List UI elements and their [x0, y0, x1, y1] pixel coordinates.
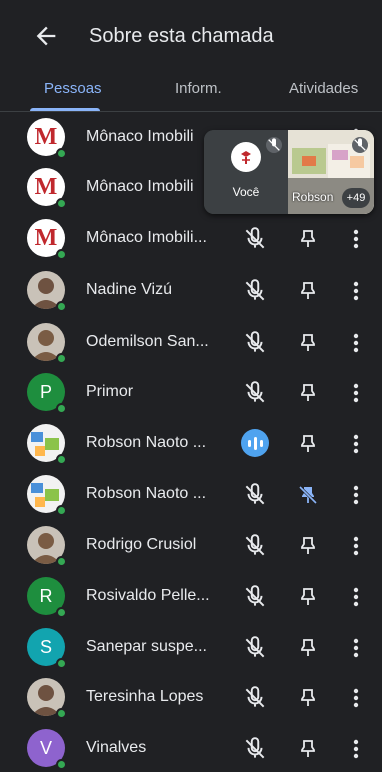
self-tile: Você	[204, 130, 288, 214]
pin-icon[interactable]	[296, 380, 320, 406]
mic-off-icon	[242, 635, 268, 661]
mic-off-icon	[242, 736, 268, 762]
participant-row[interactable]: S Sanepar suspe...	[0, 623, 382, 673]
online-status-dot	[56, 505, 67, 516]
participant-row[interactable]: Odemilson San...	[0, 318, 382, 368]
participant-row[interactable]: Robson Naoto ...	[0, 470, 382, 520]
pin-icon[interactable]	[296, 635, 320, 661]
more-options-icon[interactable]	[346, 431, 366, 457]
mic-off-icon	[242, 278, 268, 304]
more-options-icon[interactable]	[346, 584, 366, 610]
participant-row[interactable]: Rodrigo Crusiol	[0, 521, 382, 571]
participant-row[interactable]: Nadine Vizú	[0, 266, 382, 316]
sanepar-logo-icon	[236, 147, 256, 167]
participant-name: Odemilson San...	[86, 333, 209, 350]
participant-row[interactable]: Teresinha Lopes	[0, 673, 382, 723]
pin-icon[interactable]	[296, 330, 320, 356]
participant-name: Rosivaldo Pelle...	[86, 587, 210, 604]
more-options-icon[interactable]	[346, 482, 366, 508]
online-status-dot	[56, 607, 67, 618]
participant-name: Robson Naoto ...	[86, 434, 207, 451]
more-options-icon[interactable]	[346, 736, 366, 762]
tab-atividades[interactable]: Atividades	[289, 80, 358, 97]
online-status-dot	[56, 301, 67, 312]
participant-name: Primor	[86, 383, 134, 400]
back-arrow-icon[interactable]	[32, 22, 60, 50]
more-options-icon[interactable]	[346, 685, 366, 711]
pin-icon[interactable]	[296, 736, 320, 762]
tab-pessoas[interactable]: Pessoas	[44, 80, 102, 97]
participant-name: Teresinha Lopes	[86, 688, 204, 705]
pin-icon[interactable]	[296, 226, 320, 252]
participant-name: Nadine Vizú	[86, 281, 172, 298]
online-status-dot	[56, 148, 67, 159]
more-options-icon[interactable]	[346, 330, 366, 356]
mic-off-icon	[242, 584, 268, 610]
mic-off-icon	[242, 380, 268, 406]
online-status-dot	[56, 198, 67, 209]
participant-name: Vinalves	[86, 739, 147, 756]
participant-name: Mônaco Imobili...	[86, 229, 207, 246]
tab-inform[interactable]: Inform.	[175, 80, 222, 97]
unpin-icon[interactable]	[296, 482, 320, 508]
online-status-dot	[56, 759, 67, 770]
speaking-indicator-icon	[241, 429, 269, 457]
online-status-dot	[56, 708, 67, 719]
tab-bar: Pessoas Inform. Atividades	[0, 72, 382, 112]
participant-row[interactable]: R Rosivaldo Pelle...	[0, 572, 382, 622]
picture-in-picture-window[interactable]: Você Robson +49	[204, 130, 374, 214]
self-label: Você	[232, 185, 260, 199]
pin-icon[interactable]	[296, 278, 320, 304]
pin-icon[interactable]	[296, 584, 320, 610]
participant-name: Rodrigo Crusiol	[86, 536, 197, 553]
extra-participants-badge: +49	[342, 188, 370, 208]
participant-name: Robson Naoto ...	[86, 485, 207, 502]
online-status-dot	[56, 556, 67, 567]
pin-icon[interactable]	[296, 685, 320, 711]
remote-participant-name: Robson	[292, 190, 334, 204]
remote-video-tile: Robson +49	[288, 130, 374, 214]
self-avatar	[231, 142, 261, 172]
more-options-icon[interactable]	[346, 278, 366, 304]
pin-icon[interactable]	[296, 431, 320, 457]
pin-icon[interactable]	[296, 533, 320, 559]
more-options-icon[interactable]	[346, 533, 366, 559]
more-options-icon[interactable]	[346, 380, 366, 406]
online-status-dot	[56, 249, 67, 260]
top-app-bar: Sobre esta chamada	[0, 0, 382, 72]
mic-off-icon	[242, 685, 268, 711]
more-options-icon[interactable]	[346, 635, 366, 661]
online-status-dot	[56, 403, 67, 414]
online-status-dot	[56, 353, 67, 364]
mic-off-icon	[242, 482, 268, 508]
participant-row[interactable]: V Vinalves	[0, 724, 382, 772]
remote-muted-icon	[352, 137, 368, 153]
mic-off-icon	[242, 226, 268, 252]
mic-off-icon	[242, 533, 268, 559]
more-options-icon[interactable]	[346, 226, 366, 252]
mic-off-icon	[242, 330, 268, 356]
participant-row[interactable]: M Mônaco Imobili...	[0, 214, 382, 264]
participant-name: Sanepar suspe...	[86, 638, 207, 655]
active-tab-indicator	[30, 108, 100, 111]
page-title: Sobre esta chamada	[89, 25, 274, 47]
online-status-dot	[56, 454, 67, 465]
participant-row[interactable]: Robson Naoto ...	[0, 419, 382, 469]
participant-row[interactable]: P Primor	[0, 368, 382, 418]
online-status-dot	[56, 658, 67, 669]
self-muted-icon	[266, 137, 282, 153]
